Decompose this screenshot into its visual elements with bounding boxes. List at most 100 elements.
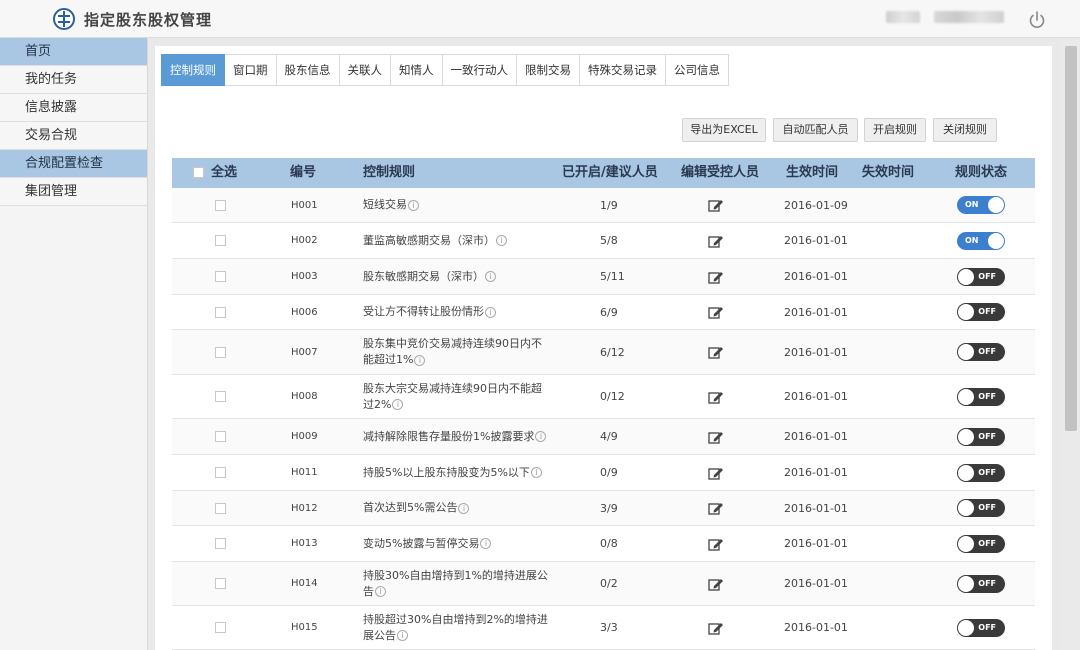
rule-count: 3/3 xyxy=(600,621,618,634)
info-icon[interactable]: i xyxy=(375,586,386,597)
row-checkbox[interactable] xyxy=(215,346,226,358)
table-body: H001 短线交易 i 1/9 2016-01-09 ON H002 董监高敏感期交易（深市）… xyxy=(172,188,1035,650)
app-title: 指定股东股权管理 xyxy=(84,11,213,29)
row-checkbox[interactable] xyxy=(215,622,226,633)
rule-code: H011 xyxy=(291,467,318,478)
effective-date: 2016-01-01 xyxy=(784,537,848,550)
edit-icon[interactable] xyxy=(708,305,724,319)
info-icon[interactable]: i xyxy=(397,630,408,641)
tab[interactable]: 控制规则 xyxy=(161,54,225,86)
status-toggle[interactable]: OFF xyxy=(957,618,1005,637)
edit-icon[interactable] xyxy=(708,577,724,591)
toggle-label: OFF xyxy=(978,467,996,477)
sidebar-item[interactable]: 我的任务 xyxy=(0,66,147,94)
info-icon[interactable]: i xyxy=(485,271,496,282)
row-checkbox[interactable] xyxy=(215,391,226,402)
tab[interactable]: 关联人 xyxy=(339,54,391,86)
status-toggle[interactable]: OFF xyxy=(957,387,1005,406)
edit-icon[interactable] xyxy=(708,198,724,212)
status-toggle[interactable]: OFF xyxy=(957,427,1005,446)
rule-code: H009 xyxy=(291,431,318,442)
power-icon[interactable] xyxy=(1027,10,1047,30)
auto-match-button[interactable]: 自动匹配人员 xyxy=(773,118,858,142)
row-checkbox[interactable] xyxy=(215,538,226,549)
info-icon[interactable]: i xyxy=(408,199,419,211)
toggle-knob xyxy=(958,535,974,552)
rule-name: 持股5%以上股东持股变为5%以下 xyxy=(363,465,530,479)
select-all-checkbox[interactable] xyxy=(193,167,204,178)
row-checkbox[interactable] xyxy=(215,306,226,318)
info-icon[interactable]: i xyxy=(535,431,547,442)
header-status: 规则状态 xyxy=(955,165,1008,180)
toggle-knob xyxy=(958,464,974,481)
row-checkbox[interactable] xyxy=(215,431,226,442)
toggle-label: OFF xyxy=(978,503,996,512)
sidebar: 首页 我的任务 信息披露 交易合规 合规配置检查 集团管理 xyxy=(0,38,148,650)
status-toggle[interactable]: OFF xyxy=(957,267,1005,286)
info-icon[interactable]: i xyxy=(414,354,426,366)
rule-count: 3/9 xyxy=(600,501,618,515)
info-icon[interactable]: i xyxy=(480,538,492,549)
toggle-label: OFF xyxy=(978,347,996,356)
rule-count: 0/8 xyxy=(600,537,618,550)
sidebar-item[interactable]: 集团管理 xyxy=(0,178,147,206)
info-icon[interactable]: i xyxy=(485,306,496,318)
app-logo-icon xyxy=(53,8,75,30)
status-toggle[interactable]: ON xyxy=(957,196,1005,214)
rule-name: 董监高敏感期交易（深市） xyxy=(363,233,495,247)
status-toggle[interactable]: OFF xyxy=(957,463,1005,482)
edit-icon[interactable] xyxy=(708,466,724,480)
tab[interactable]: 知情人 xyxy=(391,54,443,86)
edit-icon[interactable] xyxy=(708,501,724,515)
edit-icon[interactable] xyxy=(708,430,724,444)
disable-rule-button[interactable]: 关闭规则 xyxy=(933,118,997,142)
table-row: H009 减持解除限售存量股份1%披露要求 i 4/9 2016-01-01 OFF xyxy=(172,419,1035,455)
tab[interactable]: 一致行动人 xyxy=(442,54,517,86)
edit-icon[interactable] xyxy=(708,270,724,284)
sidebar-item[interactable]: 交易合规 xyxy=(0,122,147,150)
status-toggle[interactable]: ON xyxy=(957,231,1005,250)
info-icon[interactable]: i xyxy=(392,399,404,410)
row-checkbox[interactable] xyxy=(215,235,226,246)
sidebar-item[interactable]: 信息披露 xyxy=(0,94,147,122)
tab[interactable]: 公司信息 xyxy=(666,54,729,86)
row-checkbox[interactable] xyxy=(215,578,226,589)
tab[interactable]: 股东信息 xyxy=(276,54,340,86)
sidebar-item[interactable]: 首页 xyxy=(0,38,147,66)
rule-code: H002 xyxy=(291,235,318,246)
rule-code: H001 xyxy=(291,199,318,211)
row-checkbox[interactable] xyxy=(215,271,226,282)
status-toggle[interactable]: OFF xyxy=(957,343,1005,361)
edit-icon[interactable] xyxy=(708,345,724,359)
row-checkbox[interactable] xyxy=(215,467,226,478)
row-checkbox[interactable] xyxy=(215,199,226,211)
edit-icon[interactable] xyxy=(708,621,724,635)
info-icon[interactable]: i xyxy=(496,235,507,246)
edit-icon[interactable] xyxy=(708,537,724,551)
vertical-scrollbar[interactable] xyxy=(1062,38,1080,650)
header-effective: 生效时间 xyxy=(786,165,839,180)
toggle-knob xyxy=(958,268,974,285)
main-panel: 控制规则 窗口期 股东信息 关联人 知情人 一致行动人 限制交易 特殊交易记录 公司信息 导出为… xyxy=(155,46,1052,650)
sidebar-item[interactable]: 合规配置检查 xyxy=(0,150,147,178)
edit-icon[interactable] xyxy=(708,390,724,404)
status-toggle[interactable]: OFF xyxy=(957,499,1005,517)
rule-count: 6/12 xyxy=(600,345,625,359)
rule-code: H007 xyxy=(291,346,318,358)
toggle-knob xyxy=(958,428,974,445)
status-toggle[interactable]: OFF xyxy=(957,534,1005,553)
enable-rule-button[interactable]: 开启规则 xyxy=(864,118,926,142)
tab[interactable]: 特殊交易记录 xyxy=(580,54,666,86)
info-icon[interactable]: i xyxy=(458,502,470,514)
tab[interactable]: 窗口期 xyxy=(225,54,277,86)
rule-name: 受让方不得转让股份情形 xyxy=(363,305,484,318)
tab[interactable]: 限制交易 xyxy=(517,54,580,86)
status-toggle[interactable]: OFF xyxy=(957,574,1005,593)
toggle-knob xyxy=(988,197,1004,213)
info-icon[interactable]: i xyxy=(530,467,542,478)
edit-icon[interactable] xyxy=(708,234,724,248)
export-excel-button[interactable]: 导出为EXCEL xyxy=(682,118,766,142)
row-checkbox[interactable] xyxy=(215,502,226,514)
status-toggle[interactable]: OFF xyxy=(957,303,1005,321)
scrollbar-thumb[interactable] xyxy=(1065,46,1077,431)
